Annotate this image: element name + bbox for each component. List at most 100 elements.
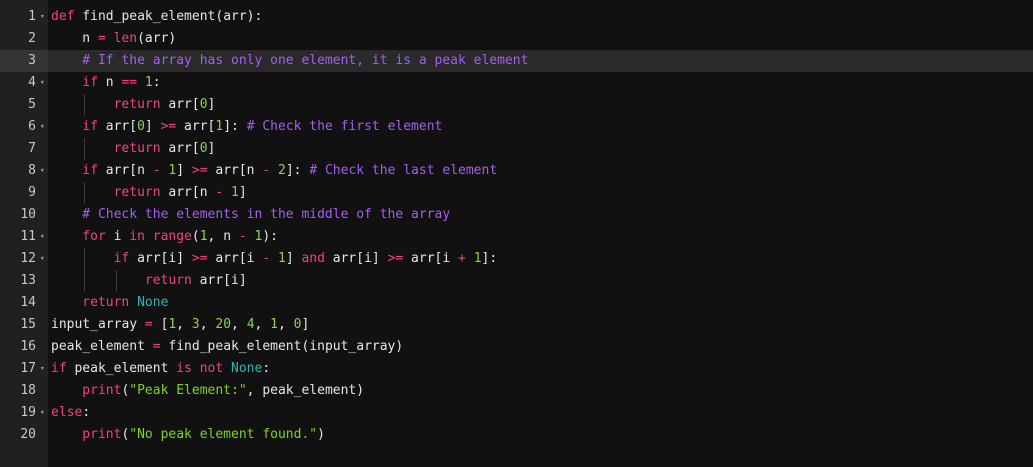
code-text: # If the array has only one element, it … — [82, 50, 528, 72]
line-number: 12 — [20, 251, 36, 266]
line-number: 20 — [20, 427, 36, 442]
line-number-cell: 11 ▾ — [0, 226, 48, 248]
code-text: if arr[n - 1] >= arr[n - 2]: # Check the… — [82, 160, 497, 182]
code-token: arr[n — [160, 185, 216, 200]
code-line[interactable]: 9 return arr[n - 1] — [0, 182, 1033, 204]
line-number: 14 — [20, 295, 36, 310]
code-token: ] — [144, 119, 161, 134]
code-text: return arr[0] — [114, 94, 216, 116]
code-token: ] — [207, 97, 216, 112]
code-line[interactable]: 16 peak_element = find_peak_element(input… — [0, 336, 1033, 358]
code-line[interactable]: 11 ▾ for i in range(1, n - 1): — [0, 226, 1033, 248]
code-line[interactable]: 1 ▾ def find_peak_element(arr): — [0, 6, 1033, 28]
code-token: if — [113, 251, 130, 266]
code-token: return — [113, 97, 161, 112]
fold-toggle-icon[interactable]: ▾ — [40, 72, 45, 94]
fold-toggle-icon[interactable]: ▾ — [40, 248, 45, 270]
fold-toggle-icon[interactable]: ▾ — [40, 160, 45, 182]
line-number: 16 — [20, 339, 36, 354]
code-token: 1 — [231, 185, 239, 200]
indent-guide — [115, 270, 117, 292]
line-number-cell: 14 — [0, 292, 48, 314]
code-text: input_array = [1, 3, 20, 4, 1, 0] — [51, 314, 309, 336]
line-number-cell: 12 ▾ — [0, 248, 48, 270]
code-token: ] — [301, 317, 310, 332]
line-number: 5 — [28, 97, 36, 112]
code-line[interactable]: 8 ▾ if arr[n - 1] >= arr[n - 2]: # Check t… — [0, 160, 1033, 182]
code-token: arr[i] — [191, 273, 247, 288]
code-token: == — [121, 75, 138, 90]
code-line[interactable]: 17 ▾ if peak_element is not None: — [0, 358, 1033, 380]
code-token: in — [129, 229, 145, 244]
code-token: if — [51, 361, 67, 376]
code-line[interactable]: 14 return None — [0, 292, 1033, 314]
line-number: 19 — [20, 405, 36, 420]
code-text: if peak_element is not None: — [51, 358, 270, 380]
code-line[interactable]: 3 # If the array has only one element, it… — [0, 50, 1033, 72]
code-line[interactable]: 13 return arr[i] — [0, 270, 1033, 292]
code-line[interactable]: 7 return arr[0] — [0, 138, 1033, 160]
code-token: arr[ — [97, 119, 138, 134]
code-token: ( — [191, 229, 200, 244]
line-number: 3 — [28, 53, 36, 68]
indent-guide — [84, 182, 86, 204]
code-token: : — [82, 405, 91, 420]
code-token: ] — [176, 163, 192, 178]
code-token: ]: — [481, 251, 498, 266]
code-text: n = len(arr) — [82, 28, 176, 50]
fold-toggle-icon[interactable]: ▾ — [40, 6, 45, 28]
fold-toggle-icon[interactable]: ▾ — [40, 358, 45, 380]
code-line[interactable]: 20 print("No peak element found.") — [0, 424, 1033, 446]
code-token: , — [176, 317, 192, 332]
code-token: # Check the last element — [309, 163, 498, 178]
code-token: None — [231, 361, 263, 376]
code-token: arr[ — [160, 97, 200, 112]
code-token: peak_element — [66, 361, 177, 376]
code-token: is — [176, 361, 192, 376]
code-token: - — [215, 185, 224, 200]
indent-guide — [84, 270, 86, 292]
code-line[interactable]: 4 ▾ if n == 1: — [0, 72, 1033, 94]
code-token: n — [97, 75, 122, 90]
code-text: if arr[0] >= arr[1]: # Check the first e… — [82, 116, 442, 138]
code-line[interactable]: 18 print("Peak Element:", peak_element) — [0, 380, 1033, 402]
code-token: arr[n — [97, 163, 153, 178]
code-editor[interactable]: 1 ▾ def find_peak_element(arr): 2 n = len(ar… — [0, 0, 1033, 467]
code-token: find_peak_element(arr): — [74, 9, 263, 24]
code-token: def — [51, 9, 75, 24]
code-token: find_peak_element(input_array) — [160, 339, 404, 354]
code-text: def find_peak_element(arr): — [51, 6, 262, 28]
code-line[interactable]: 19 ▾ else: — [0, 402, 1033, 424]
fold-toggle-icon[interactable]: ▾ — [40, 116, 45, 138]
code-token: and — [301, 251, 325, 266]
code-line[interactable]: 6 ▾ if arr[0] >= arr[1]: # Check the first… — [0, 116, 1033, 138]
code-token: "No peak element found." — [129, 427, 318, 442]
code-line[interactable]: 10 # Check the elements in the middle of … — [0, 204, 1033, 226]
code-token: 1 — [277, 251, 286, 266]
code-token: arr[ — [160, 141, 200, 156]
code-line[interactable]: 2 n = len(arr) — [0, 28, 1033, 50]
line-number: 18 — [20, 383, 36, 398]
code-token: return — [113, 141, 161, 156]
fold-toggle-icon[interactable]: ▾ — [40, 226, 45, 248]
line-number-cell: 13 — [0, 270, 48, 292]
code-line[interactable]: 12 ▾ if arr[i] >= arr[i - 1] and arr[i] >=… — [0, 248, 1033, 270]
code-token: ): — [262, 229, 278, 244]
code-line[interactable]: 5 return arr[0] — [0, 94, 1033, 116]
code-token: return — [113, 185, 161, 200]
fold-toggle-icon[interactable]: ▾ — [40, 402, 45, 424]
line-number-cell: 20 — [0, 424, 48, 446]
code-token: if — [82, 163, 98, 178]
line-number: 4 — [28, 75, 36, 90]
code-token: ]: — [285, 163, 310, 178]
code-line[interactable]: 15 input_array = [1, 3, 20, 4, 1, 0] — [0, 314, 1033, 336]
code-text: print("No peak element found.") — [82, 424, 325, 446]
line-number: 17 — [20, 361, 36, 376]
code-token: - — [262, 251, 271, 266]
